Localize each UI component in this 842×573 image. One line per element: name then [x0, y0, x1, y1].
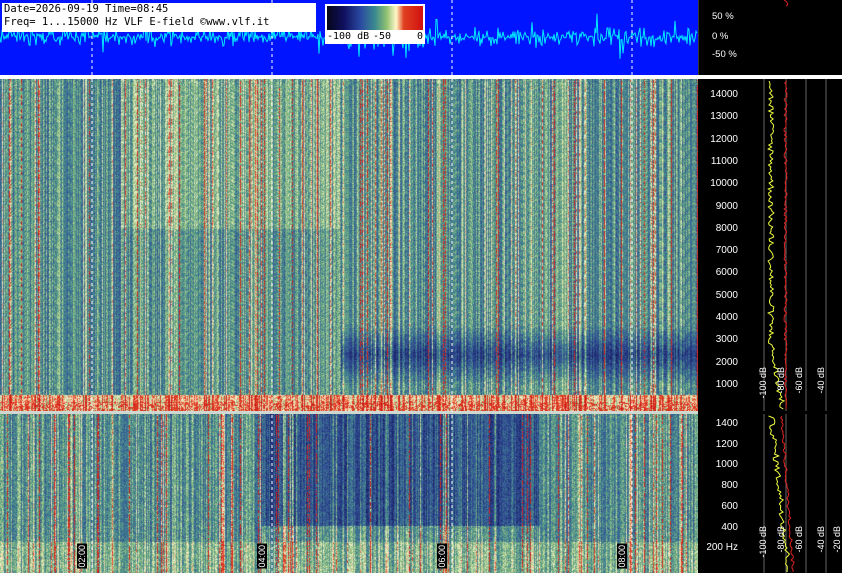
db-label-bottom: -80 dB	[776, 526, 786, 553]
freq-tick-label: 11000	[710, 155, 738, 167]
freq-tick-label: 9000	[715, 200, 738, 212]
db-label-top: -60 dB	[794, 367, 804, 394]
freq-tick-label: 5000	[715, 289, 738, 301]
db-label-top: -100 dB	[758, 367, 768, 399]
color-scale-legend: -100 dB -50 0	[325, 4, 425, 44]
vlf-spectrogram-viewer: Date=2026-09-19 Time=08:45 Freq= 1...150…	[0, 0, 842, 573]
time-label: 08:00	[617, 544, 627, 569]
db-label-bottom: -60 dB	[794, 526, 804, 553]
spectrogram-0-1500hz	[0, 414, 698, 573]
amp-axis-decoration	[698, 0, 789, 75]
freq-tick-label: 2000	[715, 356, 738, 368]
freq-tick-label: 12000	[710, 133, 738, 145]
freq-tick-label: 200 Hz	[706, 542, 738, 554]
freq-tick-label: 7000	[715, 245, 738, 257]
db-label-bottom: -40 dB	[816, 526, 826, 553]
db-label-bottom: -20 dB	[832, 526, 842, 553]
freq-axis-top: 14000 13000 12000 11000 10000 9000 8000 7000 600…	[698, 79, 758, 411]
avg-spectrum-line	[767, 80, 786, 410]
freq-tick-label: 13000	[710, 111, 738, 123]
waveform-panel: Date=2026-09-19 Time=08:45 Freq= 1...150…	[0, 0, 698, 75]
freq-tick-label: 600	[721, 500, 738, 512]
db-label-top: -40 dB	[816, 367, 826, 394]
freq-tick-label: 14000	[710, 89, 738, 100]
time-label: 06:00	[437, 544, 447, 569]
date-time-text: Date=2026-09-19 Time=08:45	[4, 3, 169, 15]
colorbar-label-max: 0	[417, 31, 424, 42]
time-label: 04:00	[257, 544, 267, 569]
freq-tick-label: 1400	[715, 418, 738, 429]
freq-tick-label: 4000	[715, 312, 738, 323]
colorbar-label-min: -100 dB	[327, 31, 370, 42]
waveform-amplitude-axis: 50 % 0 % -50 %	[698, 0, 842, 75]
freq-tick-label: 1200	[715, 438, 738, 450]
freq-tick-label: 400	[721, 521, 738, 533]
freq-tick-label: 8000	[715, 222, 738, 234]
freq-axis-bottom: 1400 1200 1000 800 600 400 200 Hz	[698, 414, 758, 573]
freq-tick-label: 800	[721, 480, 738, 492]
freq-tick-label: 1000	[715, 459, 738, 471]
db-label-bottom: -100 dB	[758, 526, 768, 558]
time-label: 02:00	[77, 544, 87, 569]
freq-range-text: Freq= 1...15000 Hz VLF E-field ©www.vlf.…	[4, 16, 270, 28]
freq-tick-label: 3000	[715, 334, 738, 346]
db-label-top: -80 dB	[776, 367, 786, 394]
color-scale-gradient	[327, 6, 423, 30]
average-spectrum-plot-top	[758, 79, 842, 411]
spectrogram-0-15khz	[0, 79, 698, 411]
info-box: Date=2026-09-19 Time=08:45 Freq= 1...150…	[2, 3, 316, 32]
freq-tick-label: 6000	[715, 267, 738, 279]
freq-tick-label: 1000	[715, 378, 738, 390]
freq-tick-label: 10000	[710, 178, 738, 190]
colorbar-label-mid: -50	[373, 31, 392, 42]
